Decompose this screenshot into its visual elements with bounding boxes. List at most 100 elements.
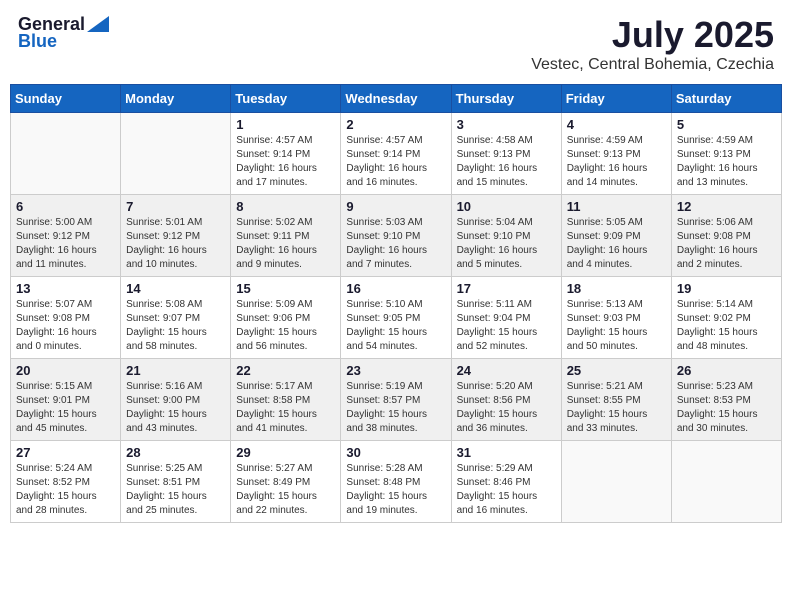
title-area: July 2025 Vestec, Central Bohemia, Czech… xyxy=(531,14,774,74)
day-info: Sunrise: 5:16 AM Sunset: 9:00 PM Dayligh… xyxy=(126,380,225,436)
day-number: 31 xyxy=(457,445,556,460)
day-info: Sunrise: 5:27 AM Sunset: 8:49 PM Dayligh… xyxy=(236,462,335,518)
day-number: 16 xyxy=(346,281,445,296)
calendar-cell: 9 Sunrise: 5:03 AM Sunset: 9:10 PM Daylig… xyxy=(341,195,451,277)
day-number: 13 xyxy=(16,281,115,296)
day-number: 8 xyxy=(236,199,335,214)
calendar-cell: 21 Sunrise: 5:16 AM Sunset: 9:00 PM Dayli… xyxy=(121,359,231,441)
calendar-cell: 25Sunrise: 5:21 AM Sunset: 8:55 PM Dayli… xyxy=(561,359,671,441)
day-number: 4 xyxy=(567,117,666,132)
day-number: 9 xyxy=(346,199,445,214)
day-info: Sunrise: 4:59 AM Sunset: 9:13 PM Dayligh… xyxy=(567,134,666,190)
calendar-cell: 31 Sunrise: 5:29 AM Sunset: 8:46 PM Dayli… xyxy=(451,441,561,523)
day-info: Sunrise: 5:05 AM Sunset: 9:09 PM Dayligh… xyxy=(567,216,666,272)
calendar-header-friday: Friday xyxy=(561,85,671,113)
calendar-cell: 30 Sunrise: 5:28 AM Sunset: 8:48 PM Dayli… xyxy=(341,441,451,523)
day-info: Sunrise: 5:02 AM Sunset: 9:11 PM Dayligh… xyxy=(236,216,335,272)
main-title: July 2025 xyxy=(531,14,774,56)
logo-blue-text: Blue xyxy=(18,31,57,52)
calendar-header-monday: Monday xyxy=(121,85,231,113)
day-info: Sunrise: 5:06 AM Sunset: 9:08 PM Dayligh… xyxy=(677,216,776,272)
calendar-cell xyxy=(11,113,121,195)
day-number: 19 xyxy=(677,281,776,296)
header: General Blue July 2025 Vestec, Central B… xyxy=(10,10,782,78)
calendar-cell: 6Sunrise: 5:00 AM Sunset: 9:12 PM Daylig… xyxy=(11,195,121,277)
day-number: 11 xyxy=(567,199,666,214)
calendar-header-sunday: Sunday xyxy=(11,85,121,113)
calendar-cell xyxy=(121,113,231,195)
calendar-cell: 27 Sunrise: 5:24 AM Sunset: 8:52 PM Dayli… xyxy=(11,441,121,523)
day-number: 14 xyxy=(126,281,225,296)
day-number: 20 xyxy=(16,363,115,378)
calendar-week-row: 20 Sunrise: 5:15 AM Sunset: 9:01 PM Dayli… xyxy=(11,359,782,441)
day-number: 23 xyxy=(346,363,445,378)
day-number: 28 xyxy=(126,445,225,460)
day-info: Sunrise: 5:25 AM Sunset: 8:51 PM Dayligh… xyxy=(126,462,225,518)
day-number: 10 xyxy=(457,199,556,214)
day-info: Sunrise: 5:04 AM Sunset: 9:10 PM Dayligh… xyxy=(457,216,556,272)
calendar-week-row: 6Sunrise: 5:00 AM Sunset: 9:12 PM Daylig… xyxy=(11,195,782,277)
day-number: 12 xyxy=(677,199,776,214)
day-number: 24 xyxy=(457,363,556,378)
day-number: 27 xyxy=(16,445,115,460)
calendar-cell: 8 Sunrise: 5:02 AM Sunset: 9:11 PM Daylig… xyxy=(231,195,341,277)
calendar-cell: 17 Sunrise: 5:11 AM Sunset: 9:04 PM Dayli… xyxy=(451,277,561,359)
day-info: Sunrise: 5:24 AM Sunset: 8:52 PM Dayligh… xyxy=(16,462,115,518)
day-info: Sunrise: 5:03 AM Sunset: 9:10 PM Dayligh… xyxy=(346,216,445,272)
day-number: 22 xyxy=(236,363,335,378)
day-number: 15 xyxy=(236,281,335,296)
calendar-cell: 10 Sunrise: 5:04 AM Sunset: 9:10 PM Dayli… xyxy=(451,195,561,277)
calendar-cell: 12 Sunrise: 5:06 AM Sunset: 9:08 PM Dayli… xyxy=(671,195,781,277)
day-number: 3 xyxy=(457,117,556,132)
day-number: 7 xyxy=(126,199,225,214)
day-info: Sunrise: 4:57 AM Sunset: 9:14 PM Dayligh… xyxy=(346,134,445,190)
day-info: Sunrise: 5:00 AM Sunset: 9:12 PM Dayligh… xyxy=(16,216,115,272)
day-number: 21 xyxy=(126,363,225,378)
calendar-cell: 2 Sunrise: 4:57 AM Sunset: 9:14 PM Daylig… xyxy=(341,113,451,195)
calendar-cell: 15 Sunrise: 5:09 AM Sunset: 9:06 PM Dayli… xyxy=(231,277,341,359)
calendar-cell: 18 Sunrise: 5:13 AM Sunset: 9:03 PM Dayli… xyxy=(561,277,671,359)
calendar-cell: 3 Sunrise: 4:58 AM Sunset: 9:13 PM Daylig… xyxy=(451,113,561,195)
calendar-header-saturday: Saturday xyxy=(671,85,781,113)
day-info: Sunrise: 5:10 AM Sunset: 9:05 PM Dayligh… xyxy=(346,298,445,354)
calendar-header-thursday: Thursday xyxy=(451,85,561,113)
day-info: Sunrise: 5:14 AM Sunset: 9:02 PM Dayligh… xyxy=(677,298,776,354)
day-info: Sunrise: 5:08 AM Sunset: 9:07 PM Dayligh… xyxy=(126,298,225,354)
day-info: Sunrise: 5:01 AM Sunset: 9:12 PM Dayligh… xyxy=(126,216,225,272)
calendar-week-row: 1Sunrise: 4:57 AM Sunset: 9:14 PM Daylig… xyxy=(11,113,782,195)
day-info: Sunrise: 5:13 AM Sunset: 9:03 PM Dayligh… xyxy=(567,298,666,354)
calendar-cell: 13 Sunrise: 5:07 AM Sunset: 9:08 PM Dayli… xyxy=(11,277,121,359)
day-info: Sunrise: 4:59 AM Sunset: 9:13 PM Dayligh… xyxy=(677,134,776,190)
calendar-cell xyxy=(671,441,781,523)
calendar-cell: 28 Sunrise: 5:25 AM Sunset: 8:51 PM Dayli… xyxy=(121,441,231,523)
calendar-week-row: 13 Sunrise: 5:07 AM Sunset: 9:08 PM Dayli… xyxy=(11,277,782,359)
day-number: 25 xyxy=(567,363,666,378)
day-number: 17 xyxy=(457,281,556,296)
day-info: Sunrise: 5:07 AM Sunset: 9:08 PM Dayligh… xyxy=(16,298,115,354)
calendar-week-row: 27 Sunrise: 5:24 AM Sunset: 8:52 PM Dayli… xyxy=(11,441,782,523)
day-info: Sunrise: 5:20 AM Sunset: 8:56 PM Dayligh… xyxy=(457,380,556,436)
day-number: 29 xyxy=(236,445,335,460)
day-info: Sunrise: 5:11 AM Sunset: 9:04 PM Dayligh… xyxy=(457,298,556,354)
day-info: Sunrise: 5:17 AM Sunset: 8:58 PM Dayligh… xyxy=(236,380,335,436)
day-info: Sunrise: 5:29 AM Sunset: 8:46 PM Dayligh… xyxy=(457,462,556,518)
day-number: 30 xyxy=(346,445,445,460)
day-number: 2 xyxy=(346,117,445,132)
calendar-cell: 24 Sunrise: 5:20 AM Sunset: 8:56 PM Dayli… xyxy=(451,359,561,441)
calendar-cell: 16 Sunrise: 5:10 AM Sunset: 9:05 PM Dayli… xyxy=(341,277,451,359)
day-info: Sunrise: 5:23 AM Sunset: 8:53 PM Dayligh… xyxy=(677,380,776,436)
day-info: Sunrise: 5:15 AM Sunset: 9:01 PM Dayligh… xyxy=(16,380,115,436)
logo: General Blue xyxy=(18,14,109,52)
calendar-cell: 20 Sunrise: 5:15 AM Sunset: 9:01 PM Dayli… xyxy=(11,359,121,441)
calendar-header-wednesday: Wednesday xyxy=(341,85,451,113)
day-info: Sunrise: 4:58 AM Sunset: 9:13 PM Dayligh… xyxy=(457,134,556,190)
calendar-cell: 14 Sunrise: 5:08 AM Sunset: 9:07 PM Dayli… xyxy=(121,277,231,359)
calendar-cell: 1Sunrise: 4:57 AM Sunset: 9:14 PM Daylig… xyxy=(231,113,341,195)
day-number: 5 xyxy=(677,117,776,132)
day-info: Sunrise: 5:09 AM Sunset: 9:06 PM Dayligh… xyxy=(236,298,335,354)
day-number: 18 xyxy=(567,281,666,296)
calendar-cell: 7 Sunrise: 5:01 AM Sunset: 9:12 PM Daylig… xyxy=(121,195,231,277)
day-number: 26 xyxy=(677,363,776,378)
calendar-cell: 11 Sunrise: 5:05 AM Sunset: 9:09 PM Dayli… xyxy=(561,195,671,277)
day-info: Sunrise: 5:28 AM Sunset: 8:48 PM Dayligh… xyxy=(346,462,445,518)
